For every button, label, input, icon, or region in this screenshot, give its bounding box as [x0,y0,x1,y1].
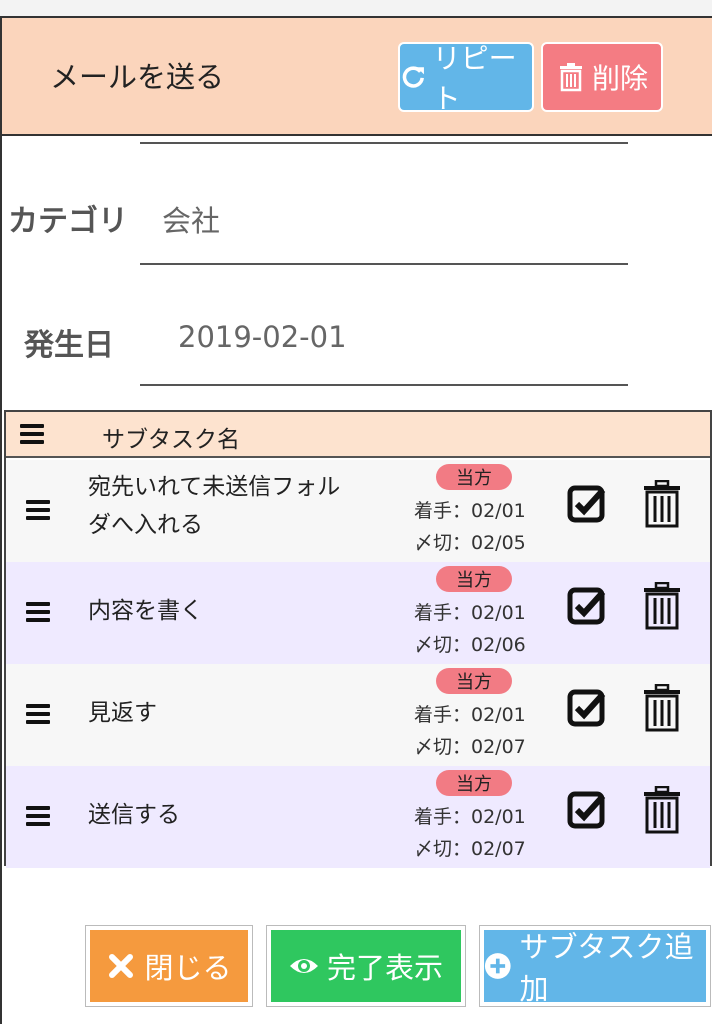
start-date: 着手：02/01 [414,806,526,828]
due-date: 〆切：02/07 [414,736,526,758]
check-square-icon[interactable] [566,688,608,730]
add-subtask-button-label: サブタスク追加 [519,930,694,1006]
assignee-badge: 当方 [436,566,512,592]
close-button-label: 閉じる [144,951,232,985]
check-square-icon[interactable] [566,484,608,526]
subtask-name[interactable]: 内容を書く [88,592,388,630]
start-date: 着手：02/01 [414,704,526,726]
drag-handle-icon [20,424,44,444]
subtask-row[interactable]: 送信する 当方 着手：02/01 〆切：02/07 [6,766,710,868]
repeat-button[interactable]: リピート [398,42,534,115]
date-field[interactable]: 2019-02-01 [178,320,347,354]
drag-handle-icon[interactable] [26,500,50,520]
plus-circle-icon [484,953,511,979]
delete-task-button-label: 削除 [591,62,648,95]
show-completed-button-label: 完了表示 [326,951,443,985]
assignee-badge: 当方 [436,668,512,694]
trash-icon[interactable] [642,582,682,630]
page: メールを送る リピート 削除 カテゴリ 会社 発生日 2019-02-01 サブ… [0,0,712,1024]
trash-icon[interactable] [642,684,682,732]
drag-handle-icon[interactable] [26,806,50,826]
category-field[interactable]: 会社 [162,198,220,240]
date-underline [140,384,628,386]
drag-handle-icon[interactable] [26,602,50,622]
assignee-badge: 当方 [436,770,512,796]
subtask-name[interactable]: 送信する [88,796,388,834]
subtask-table-header: サブタスク名 [6,412,710,458]
close-icon [109,954,134,978]
trash-icon[interactable] [642,480,682,528]
start-date: 着手：02/01 [414,602,526,624]
category-label: カテゴリ [8,204,128,239]
date-label: 発生日 [24,328,114,363]
category-underline [140,263,628,265]
start-date: 着手：02/01 [414,500,526,522]
eye-icon [289,959,318,973]
show-completed-button[interactable]: 完了表示 [267,926,465,1006]
drag-handle-icon[interactable] [26,704,50,724]
subtask-row[interactable]: 宛先いれて未送信フォル ダへ入れる 当方 着手：02/01 〆切：02/05 [6,460,710,562]
subtask-name-line: ダへ入れる [88,512,203,538]
task-header: メールを送る リピート 削除 [2,18,712,136]
close-button[interactable]: 閉じる [86,926,252,1006]
task-title: メールを送る [50,60,225,94]
assignee-badge: 当方 [436,464,512,490]
check-square-icon[interactable] [566,790,608,832]
subtask-name-column-header: サブタスク名 [102,427,240,453]
subtask-name[interactable]: 見返す [88,694,388,732]
subtask-name[interactable]: 宛先いれて未送信フォル ダへ入れる [88,468,388,544]
subtask-table: サブタスク名 宛先いれて未送信フォル ダへ入れる 当方 着手：02/01 〆切：… [4,410,712,868]
trash-icon[interactable] [642,786,682,834]
task-detail-panel: メールを送る リピート 削除 カテゴリ 会社 発生日 2019-02-01 サブ… [0,16,712,1024]
delete-task-button[interactable]: 削除 [541,42,663,112]
repeat-button-label: リピート [432,42,517,115]
trash-icon [559,63,582,92]
subtask-row[interactable]: 見返す 当方 着手：02/01 〆切：02/07 [6,664,710,766]
add-subtask-button[interactable]: サブタスク追加 [480,926,710,1006]
check-square-icon[interactable] [566,586,608,628]
divider [140,142,628,144]
due-date: 〆切：02/07 [414,838,526,860]
due-date: 〆切：02/06 [414,634,526,656]
refresh-icon [402,66,424,88]
due-date: 〆切：02/05 [414,532,526,554]
subtask-row[interactable]: 内容を書く 当方 着手：02/01 〆切：02/06 [6,562,710,664]
subtask-name-line: 宛先いれて未送信フォル [88,474,341,500]
